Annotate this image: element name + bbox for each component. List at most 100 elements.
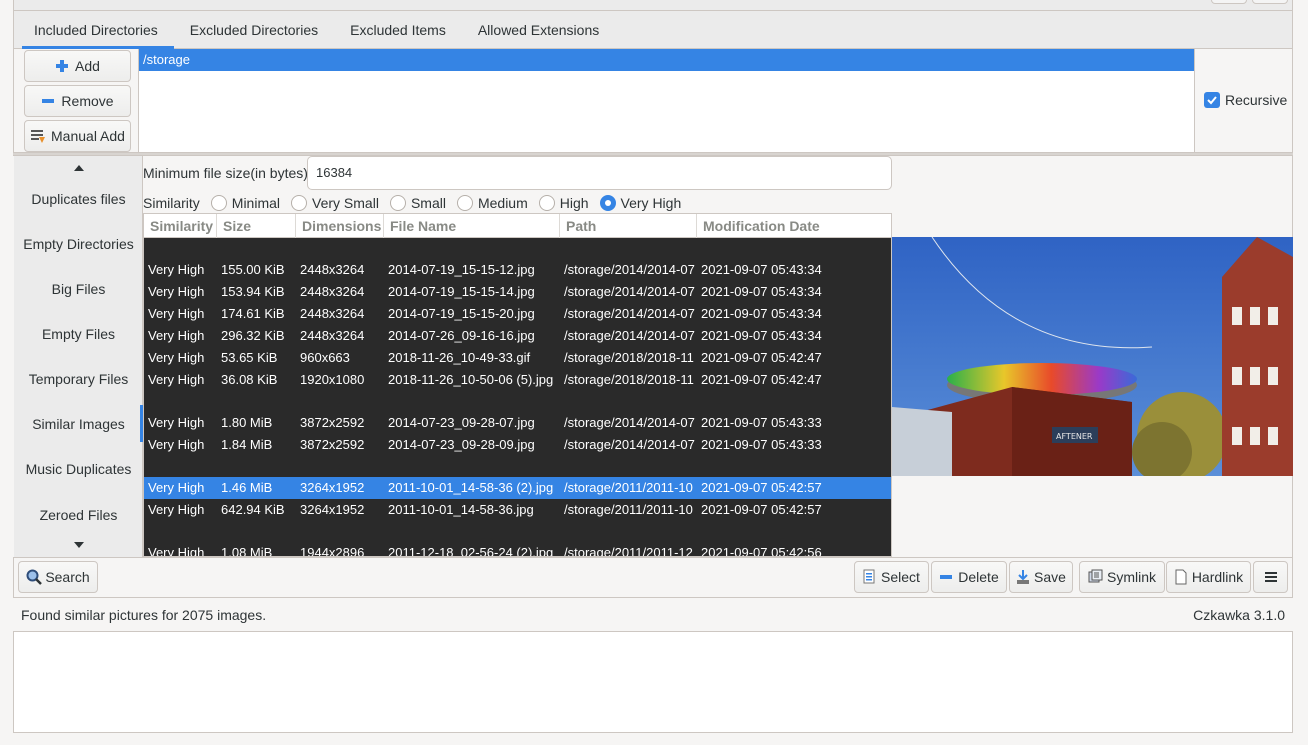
delete-button[interactable]: Delete <box>931 561 1007 593</box>
radio-medium[interactable] <box>456 195 473 211</box>
symlink-label: Symlink <box>1106 569 1156 585</box>
path-cell: /storage/2014/2014-07 <box>564 437 695 452</box>
group-separator-row <box>144 391 891 412</box>
add-label: Add <box>75 58 100 74</box>
sidebar-item-empty-files[interactable]: Empty Files <box>14 311 143 356</box>
hamburger-menu-icon <box>1264 572 1277 582</box>
select-button[interactable]: Select <box>854 561 929 593</box>
directory-list[interactable]: /storage <box>138 49 1195 153</box>
tab-excluded-directories[interactable]: Excluded Directories <box>174 11 334 49</box>
symlink-button[interactable]: Symlink <box>1079 561 1165 593</box>
save-button[interactable]: Save <box>1009 561 1073 593</box>
sidebar-item-duplicates[interactable]: Duplicates files <box>14 176 143 221</box>
sidebar-item-empty-directories[interactable]: Empty Directories <box>14 221 143 266</box>
sign-text: AFTENER <box>1056 432 1093 441</box>
similarity-cell: Very High <box>148 502 205 517</box>
path-cell: /storage/2018/2018-11 <box>564 350 694 365</box>
size-cell: 296.32 KiB <box>221 328 285 343</box>
modification-date-cell: 2021-09-07 05:43:33 <box>701 415 822 430</box>
sidebar-item-zeroed-files[interactable]: Zeroed Files <box>14 492 143 537</box>
image-preview: AFTENER <box>892 237 1293 476</box>
table-row[interactable]: Very High 36.08 KiB 1920x1080 2018-11-26_10… <box>144 369 891 391</box>
tab-allowed-extensions[interactable]: Allowed Extensions <box>462 11 615 49</box>
table-row[interactable]: Very High 1.46 MiB 3264x1952 2011-10-01_14-… <box>144 477 891 499</box>
size-cell: 53.65 KiB <box>221 350 278 365</box>
radio-very-small[interactable] <box>291 195 308 211</box>
search-button[interactable]: Search <box>18 561 98 593</box>
column-header-dimensions[interactable]: Dimensions <box>296 214 384 238</box>
radio-label-high: High <box>559 195 589 211</box>
table-row[interactable]: Very High 155.00 KiB 2448x3264 2014-07-19_1… <box>144 259 891 281</box>
path-cell: /storage/2014/2014-07 <box>564 284 695 299</box>
table-row[interactable]: Very High 1.08 MiB 1944x2896 2011-12-18_02-… <box>144 542 891 557</box>
header-button-1[interactable] <box>1211 0 1247 4</box>
results-table: Similarity Size Dimensions File Name Pat… <box>143 213 892 557</box>
add-directory-button[interactable]: Add <box>24 50 131 82</box>
remove-directory-button[interactable]: Remove <box>24 85 131 117</box>
modification-date-cell: 2021-09-07 05:42:47 <box>701 372 822 387</box>
recursive-checkbox[interactable]: Recursive <box>1204 92 1287 108</box>
similarity-cell: Very High <box>148 480 205 495</box>
sidebar-item-temporary-files[interactable]: Temporary Files <box>14 356 143 401</box>
path-cell: /storage/2011/2011-10 <box>564 502 693 517</box>
table-row[interactable]: Very High 1.80 MiB 3872x2592 2014-07-23_09-… <box>144 412 891 434</box>
directory-row[interactable]: /storage <box>139 49 1194 71</box>
column-header-file-name[interactable]: File Name <box>384 214 560 238</box>
header-button-2[interactable] <box>1252 0 1288 4</box>
manual-add-label: Manual Add <box>51 128 125 144</box>
dimensions-cell: 2448x3264 <box>300 306 365 321</box>
radio-label-small: Small <box>410 195 446 211</box>
column-header-modification-date[interactable]: Modification Date <box>697 214 891 238</box>
radio-high[interactable] <box>538 195 555 211</box>
search-label: Search <box>45 569 90 585</box>
table-row[interactable]: Very High 153.94 KiB 2448x3264 2014-07-19_1… <box>144 281 891 303</box>
modification-date-cell: 2021-09-07 05:43:34 <box>701 284 822 299</box>
table-row[interactable]: Very High 296.32 KiB 2448x3264 2014-07-26_0… <box>144 325 891 347</box>
included-directories-pane: Add Remove Manual Add /storage Recursive <box>13 49 1293 153</box>
manual-add-button[interactable]: Manual Add <box>24 120 131 152</box>
group-separator-row <box>144 456 891 477</box>
modification-date-cell: 2021-09-07 05:42:57 <box>701 480 822 495</box>
table-row[interactable]: Very High 642.94 KiB 3264x1952 2011-10-01_1… <box>144 499 891 521</box>
radio-label-very-small: Very Small <box>312 195 379 211</box>
similarity-cell: Very High <box>148 306 205 321</box>
radio-small[interactable] <box>389 195 406 211</box>
recursive-label: Recursive <box>1225 92 1288 108</box>
bottom-toolbar: Search Select Delete Save Symlink Hardli… <box>13 557 1293 598</box>
column-header-similarity[interactable]: Similarity <box>144 214 217 238</box>
log-text-view[interactable] <box>13 631 1293 733</box>
radio-minimal[interactable] <box>210 195 227 211</box>
scroll-up-icon[interactable] <box>14 158 143 178</box>
hardlink-button[interactable]: Hardlink <box>1166 561 1251 593</box>
path-cell: /storage/2011/2011-12 <box>564 545 693 557</box>
status-text: Found similar pictures for 2075 images. <box>21 607 267 623</box>
sidebar-item-big-files[interactable]: Big Files <box>14 266 143 311</box>
radio-very-high[interactable] <box>599 195 616 211</box>
dimensions-cell: 3264x1952 <box>300 502 365 517</box>
sidebar-item-similar-images[interactable]: Similar Images <box>14 401 143 446</box>
table-row[interactable]: Very High 174.61 KiB 2448x3264 2014-07-19_1… <box>144 303 891 325</box>
modification-date-cell: 2021-09-07 05:42:57 <box>701 502 822 517</box>
scroll-down-icon[interactable] <box>14 535 143 555</box>
min-size-input[interactable]: 16384 <box>307 156 892 190</box>
path-cell: /storage/2018/2018-11 <box>564 372 694 387</box>
menu-button[interactable] <box>1253 561 1288 593</box>
tab-excluded-items[interactable]: Excluded Items <box>334 11 462 49</box>
column-header-path[interactable]: Path <box>560 214 697 238</box>
column-header-size[interactable]: Size <box>217 214 296 238</box>
similarity-cell: Very High <box>148 415 205 430</box>
table-row[interactable]: Very High 53.65 KiB 960x663 2018-11-26_10-4… <box>144 347 891 369</box>
dimensions-cell: 3264x1952 <box>300 480 365 495</box>
search-icon <box>26 569 43 585</box>
sidebar-item-music-duplicates[interactable]: Music Duplicates <box>14 446 143 491</box>
radio-label-very-high: Very High <box>620 195 682 211</box>
table-row[interactable]: Very High 1.84 MiB 3872x2592 2014-07-23_09-… <box>144 434 891 456</box>
similarity-cell: Very High <box>148 350 205 365</box>
tab-included-directories[interactable]: Included Directories <box>14 11 174 49</box>
plus-icon <box>56 60 69 72</box>
similarity-row: Similarity Minimal Very Small Small Medi… <box>143 193 681 213</box>
directory-tabs: Included Directories Excluded Directorie… <box>13 11 1293 49</box>
table-header: Similarity Size Dimensions File Name Pat… <box>144 214 891 238</box>
size-cell: 155.00 KiB <box>221 262 285 277</box>
similarity-cell: Very High <box>148 262 205 277</box>
